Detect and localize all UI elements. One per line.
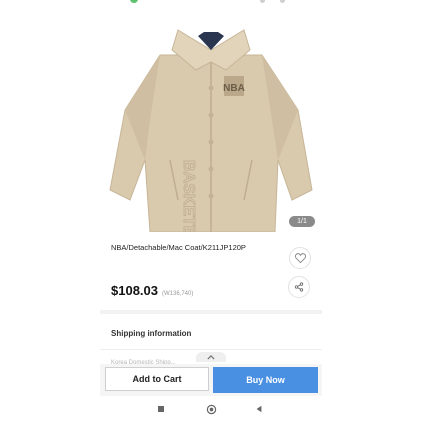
home-button[interactable]: [205, 403, 217, 415]
add-to-cart-button[interactable]: Add to Cart: [105, 367, 209, 391]
price-krw: (W136,740): [162, 291, 194, 297]
bottom-action-bar: Add to Cart Buy Now: [100, 364, 322, 396]
share-button[interactable]: [288, 276, 310, 298]
status-indicator-icon: [130, 0, 138, 3]
buy-now-button[interactable]: Buy Now: [213, 367, 318, 393]
product-detail-screen: NBA BASKETBALL 1/1 NBA/Detachable/Mac Co…: [100, 0, 322, 422]
product-title: NBA/Detachable/Mac Coat/K211JP120P: [111, 243, 246, 252]
price-row: $108.03 (W136,740): [111, 283, 193, 298]
coat-logo: NBA: [223, 83, 245, 94]
product-image[interactable]: NBA BASKETBALL: [100, 10, 322, 269]
recents-icon: [158, 406, 164, 412]
status-bar: [100, 0, 322, 6]
signal-icon: [260, 0, 265, 3]
wishlist-heart-icon: [294, 253, 306, 263]
chevron-up-icon: [207, 354, 215, 360]
system-navigation-bar: [100, 398, 322, 420]
back-icon: [256, 405, 262, 413]
home-icon: [206, 404, 216, 414]
recents-button[interactable]: [155, 403, 167, 415]
shipping-information-heading[interactable]: Shipping information: [111, 329, 191, 338]
section-divider: [100, 310, 322, 314]
coat-image: NBA BASKETBALL: [109, 29, 313, 269]
share-icon: [294, 282, 304, 292]
wishlist-button[interactable]: [289, 247, 311, 269]
coat-vertical-print: BASKETBALL: [180, 160, 197, 232]
collapse-toggle[interactable]: [196, 352, 226, 362]
price-usd: $108.03: [111, 283, 158, 298]
back-button[interactable]: [253, 403, 265, 415]
battery-icon: [280, 0, 285, 3]
section-divider: [100, 349, 322, 350]
image-counter-badge: 1/1: [289, 216, 315, 227]
